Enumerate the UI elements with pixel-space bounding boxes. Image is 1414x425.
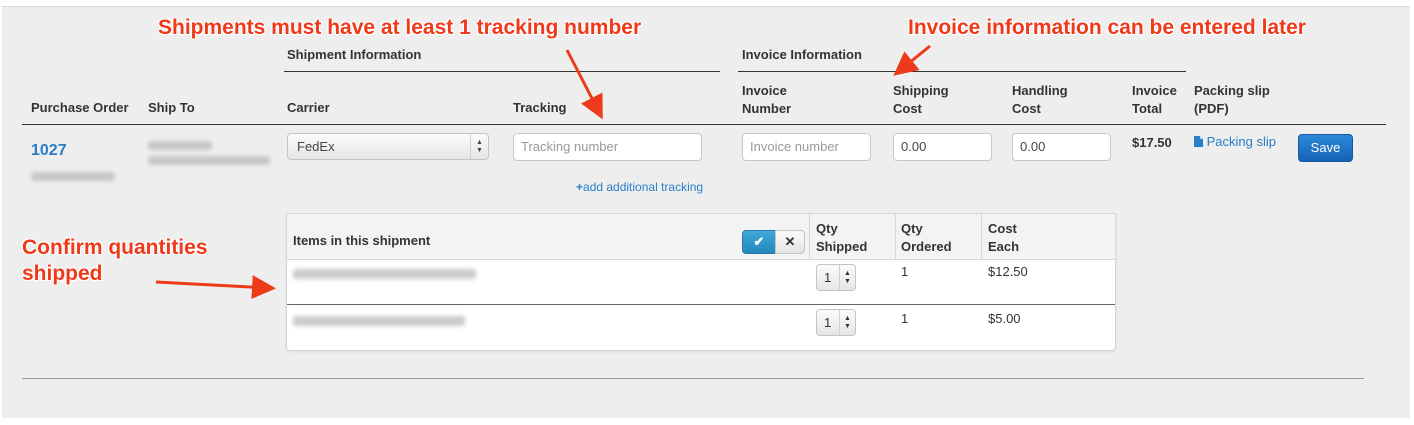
annotation-arrows <box>155 44 931 300</box>
arrow-to-items <box>155 275 276 300</box>
arrow-to-invoice <box>893 44 931 76</box>
arrow-to-tracking <box>565 49 603 120</box>
